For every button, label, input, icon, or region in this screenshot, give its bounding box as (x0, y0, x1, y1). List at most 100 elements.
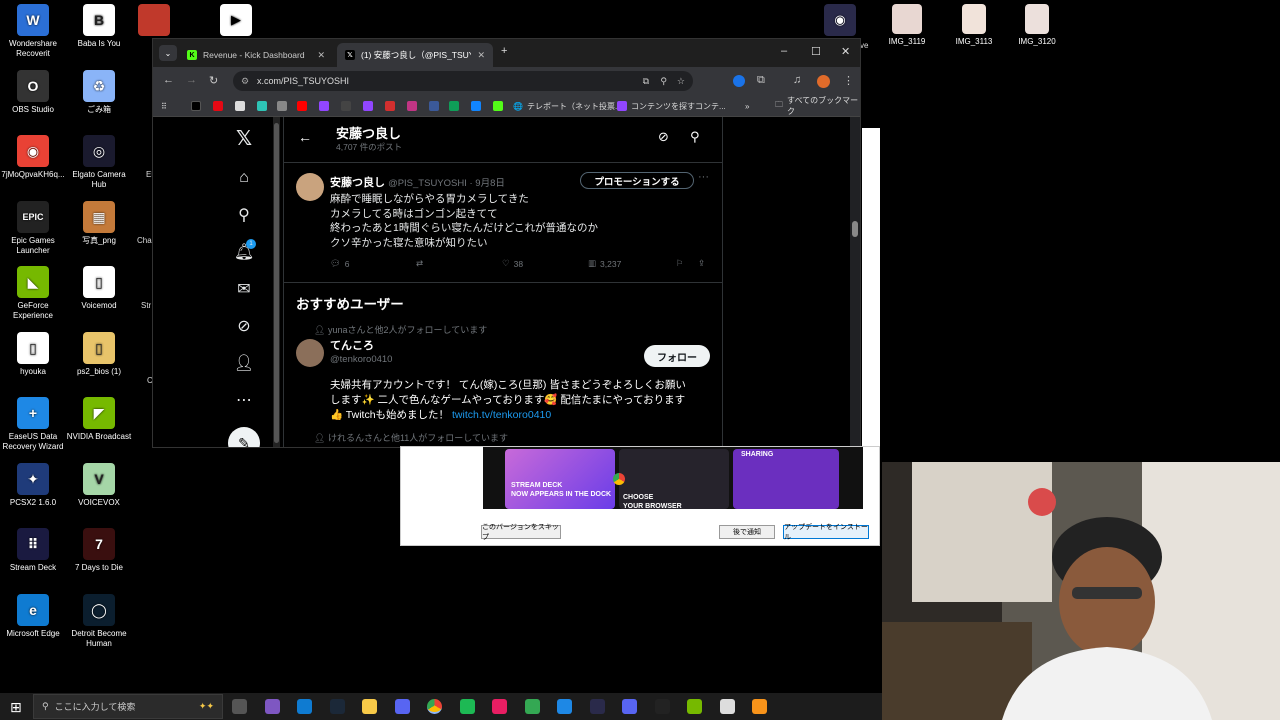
page-scrollbar[interactable] (850, 117, 860, 447)
bookmark-dark[interactable] (341, 100, 351, 112)
follow-button[interactable]: フォロー (644, 345, 710, 367)
user-name[interactable]: てんころ (330, 337, 374, 353)
tweet-author[interactable]: 安藤つ良し @PIS_TSUYOSHI · 9月8日 (330, 174, 505, 190)
bookmark-youtube[interactable] (297, 100, 307, 112)
copilot-icon[interactable] (264, 699, 280, 714)
twitch-link[interactable]: twitch.tv/tenkoro0410 (452, 409, 551, 421)
desktop-icon[interactable]: B Baba Is You (66, 4, 132, 49)
task-view-icon[interactable] (232, 699, 247, 714)
rust-icon[interactable] (136, 4, 172, 39)
desktop-icon[interactable]: ◉ 7jMoQpvaKH6q... (0, 135, 66, 180)
views-button[interactable]: ▥ 3,237 (588, 258, 621, 269)
avatar[interactable] (296, 173, 324, 201)
messages-icon[interactable]: ✉ (233, 278, 255, 300)
file-explorer-icon[interactable] (362, 699, 377, 714)
bookmark-teleport[interactable]: 🌐 テレポート（ネット投票... (513, 100, 622, 112)
discord-icon[interactable] (394, 699, 410, 714)
reload-icon[interactable]: ↻ (209, 74, 218, 87)
minimize-button[interactable]: – (781, 45, 787, 57)
tab-kick-dashboard[interactable]: K Revenue - Kick Dashboard ✕ (179, 43, 333, 67)
tweet[interactable]: 安藤つ良し @PIS_TSUYOSHI · 9月8日 プロモーションする ···… (284, 163, 722, 283)
site-info-icon[interactable]: ⚙ (241, 76, 249, 87)
avatar[interactable] (296, 339, 324, 367)
back-arrow-icon[interactable]: ← (298, 129, 312, 145)
image-file-icon[interactable]: IMG_3119 (874, 4, 940, 47)
desktop-icon[interactable]: ◤ NVIDIA Broadcast (66, 397, 132, 442)
back-icon[interactable]: ← (163, 74, 174, 86)
desktop-icon[interactable]: O OBS Studio (0, 69, 66, 115)
user-handle[interactable]: @tenkoro0410 (330, 354, 392, 365)
davinci-icon[interactable]: ◉ (822, 4, 858, 39)
reply-button[interactable]: 💬︎ 6 (330, 258, 350, 269)
desktop-icon[interactable]: ✦ PCSX2 1.6.0 (0, 462, 66, 508)
promote-button[interactable]: プロモーションする (580, 172, 694, 189)
sidebar-scrollbar[interactable] (273, 117, 280, 447)
edge-icon[interactable] (297, 699, 312, 714)
media-icon[interactable]: ♫ (793, 74, 801, 86)
cast-icon[interactable]: ⧉ (643, 76, 649, 87)
extensions-icon[interactable]: ⧉ (757, 74, 765, 87)
all-bookmarks[interactable]: 🗀 すべてのブックマーク (775, 96, 860, 116)
desktop-icon[interactable]: ▯ hyouka (0, 331, 66, 377)
bookmark-sheets[interactable] (449, 100, 459, 112)
desktop-icon[interactable]: ◯ Detroit Become Human (66, 593, 132, 649)
share-icon[interactable]: ⇪ (698, 258, 705, 269)
new-tab-button[interactable]: + (501, 45, 507, 57)
remind-later-button[interactable]: 後で通知 (719, 525, 775, 539)
menu-icon[interactable]: ⋮ (843, 74, 854, 87)
star-icon[interactable]: ☆ (677, 76, 685, 87)
bookmark-icon[interactable]: ⚐ (676, 258, 684, 269)
tab-x-profile[interactable]: 𝕏 (1) 安藤つ良し（@PIS_TSUYOSHI ✕ (337, 43, 493, 67)
more-icon[interactable]: ⋯ (233, 389, 255, 411)
bookmark-bluesky[interactable] (471, 100, 481, 112)
forward-icon[interactable]: → (186, 74, 197, 86)
notifications-icon[interactable]: 🔔︎ 1 (233, 239, 256, 263)
more-options-icon[interactable]: ··· (698, 171, 709, 183)
apps-icon[interactable]: ⠿ (161, 100, 167, 112)
bookmark-instagram[interactable] (407, 100, 417, 112)
player-icon[interactable]: ▶ (218, 4, 254, 39)
grok-icon[interactable]: ⊘ (233, 315, 255, 337)
bookmark-shield[interactable] (235, 100, 245, 112)
zoom-icon[interactable]: ⚲ (660, 76, 667, 87)
bookmark-teal[interactable] (257, 100, 267, 112)
desktop-icon[interactable]: EPIC Epic Games Launcher (0, 200, 66, 256)
bookmark-kick[interactable] (493, 100, 503, 112)
recommended-user[interactable]: 👤︎ yunaさんと他2人がフォローしています てんころ @tenkoro041… (284, 323, 722, 443)
close-icon[interactable]: ✕ (477, 50, 485, 61)
bookmark-twitch[interactable] (319, 100, 329, 112)
image-file-icon[interactable]: IMG_3113 (941, 4, 1007, 47)
desktop-icon[interactable]: ▯ ps2_bios (1) (66, 331, 132, 377)
skip-version-button[interactable]: このバージョンをスキップ (481, 524, 561, 541)
desktop-icon[interactable]: V VOICEVOX (66, 462, 132, 508)
bookmarks-more[interactable]: » (745, 100, 749, 112)
nvidia-icon[interactable] (687, 699, 702, 714)
bookmark-twitch-2[interactable] (363, 100, 373, 112)
desktop-icon[interactable]: ♻ ごみ箱 (66, 69, 132, 115)
compose-icon[interactable]: ✎ (228, 427, 260, 447)
stream-deck-icon[interactable] (589, 699, 605, 714)
app-icon[interactable] (524, 699, 540, 714)
chrome-icon[interactable] (427, 699, 442, 714)
tab-search-icon[interactable]: ⌄ (159, 45, 177, 61)
spotify-icon[interactable] (459, 699, 475, 714)
docs-icon[interactable] (557, 699, 572, 714)
discord-alt-icon[interactable] (622, 699, 637, 714)
extension-icon[interactable] (733, 75, 745, 87)
desktop-icon[interactable]: ▯ Voicemod (66, 266, 132, 311)
close-icon[interactable]: ✕ (317, 50, 325, 61)
x-logo-icon[interactable]: 𝕏 (233, 127, 255, 150)
profile-icon[interactable]: 👤︎ (233, 352, 255, 374)
bookmark-x[interactable] (191, 100, 201, 112)
install-update-button[interactable]: アップデートをインストール (783, 524, 869, 541)
search-icon[interactable]: ⚲ (233, 204, 255, 226)
bitcoin-icon[interactable] (752, 699, 767, 714)
image-file-icon[interactable]: IMG_3120 (1004, 4, 1070, 47)
desktop-icon[interactable]: W Wondershare Recoverit (0, 4, 66, 59)
app-icon[interactable] (719, 699, 735, 714)
desktop-icon[interactable]: ◣ GeForce Experience (0, 266, 66, 321)
bookmark-netflix[interactable] (213, 100, 223, 112)
desktop-icon[interactable]: 7 7 Days to Die (66, 528, 132, 573)
bookmark-gray[interactable] (277, 100, 287, 112)
home-icon[interactable]: ⌂ (233, 167, 255, 189)
